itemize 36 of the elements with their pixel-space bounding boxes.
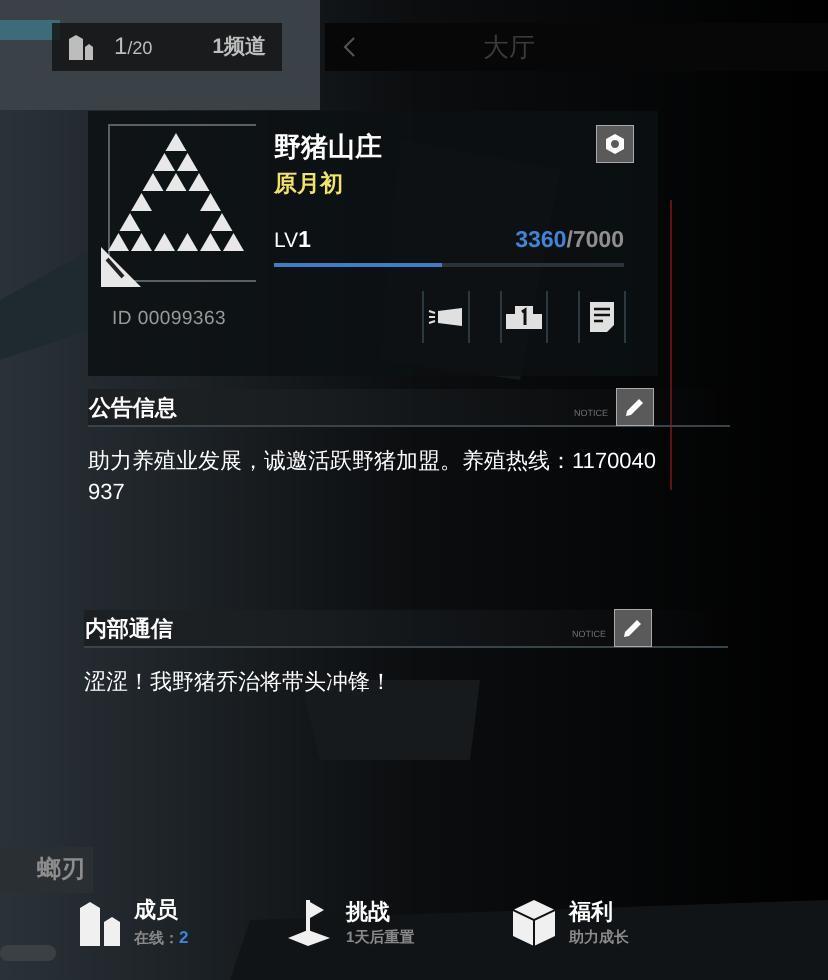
nav-label: 成员 — [134, 896, 178, 924]
section-tag: NOTICE — [574, 407, 608, 421]
section-title: 内部通信 — [85, 614, 173, 642]
section-text: 助力养殖业发展，诚邀活跃野猪加盟。养殖热线：1170040937 — [88, 447, 658, 506]
level-label: LV1 — [274, 225, 311, 254]
announce-button[interactable] — [422, 290, 470, 342]
edit-button[interactable] — [616, 388, 654, 426]
back-icon — [342, 36, 356, 58]
guild-name: 野猪山庄 — [274, 131, 382, 164]
settings-icon — [603, 132, 627, 156]
channel-button[interactable]: 1频道 — [212, 31, 266, 63]
document-icon — [589, 300, 615, 332]
section-tag: NOTICE — [572, 628, 606, 642]
nav-sub-label: 在线：2 — [134, 927, 188, 949]
guild-leader: 原月初 — [274, 168, 344, 198]
nav-button[interactable]: 成员 在线：2 — [78, 895, 286, 950]
box-icon — [511, 898, 557, 948]
nav-label: 挑战 — [346, 898, 390, 926]
guild-id: ID 00099363 — [112, 307, 228, 331]
settings-button[interactable] — [596, 125, 634, 163]
side-tab-label: 螂刃 — [37, 855, 85, 885]
buildings-icon — [68, 33, 94, 61]
log-button[interactable] — [578, 290, 626, 342]
nav-sub-label: 助力成长 — [569, 928, 629, 948]
exp-value: 3360/7000 — [515, 225, 624, 254]
megaphone-icon — [428, 306, 464, 328]
section-title: 公告信息 — [89, 394, 177, 422]
nav-button[interactable]: 福利 助力成长 — [511, 895, 711, 950]
edit-button[interactable] — [614, 609, 652, 647]
nav-label: 福利 — [569, 898, 613, 926]
ranking-button[interactable] — [500, 290, 548, 342]
nav-sub-label: 1天后重置 — [346, 928, 414, 948]
section-text: 涩涩！我野猪乔治将带头冲锋！ — [84, 668, 393, 696]
member-count: 1/20 — [114, 32, 152, 62]
nav-button[interactable]: 挑战 1天后重置 — [286, 895, 511, 950]
podium-icon — [505, 304, 543, 330]
